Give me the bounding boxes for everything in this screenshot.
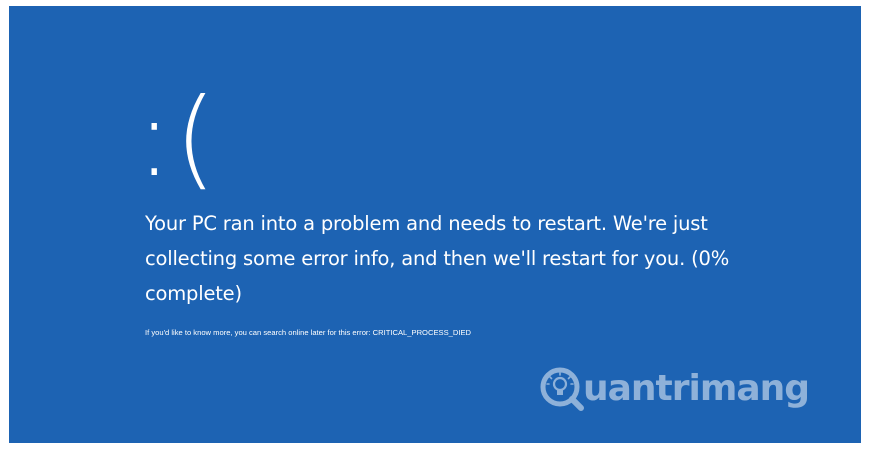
lightbulb-q-logo-icon bbox=[540, 367, 584, 411]
sad-face-emoticon: :( bbox=[136, 76, 219, 201]
blue-screen: :( Your PC ran into a problem and needs … bbox=[9, 6, 861, 443]
watermark: uantrimang bbox=[539, 364, 810, 414]
watermark-text: uantrimang bbox=[583, 368, 810, 409]
stop-code-info: If you'd like to know more, you can sear… bbox=[145, 328, 472, 337]
error-message: Your PC ran into a problem and needs to … bbox=[145, 212, 730, 305]
